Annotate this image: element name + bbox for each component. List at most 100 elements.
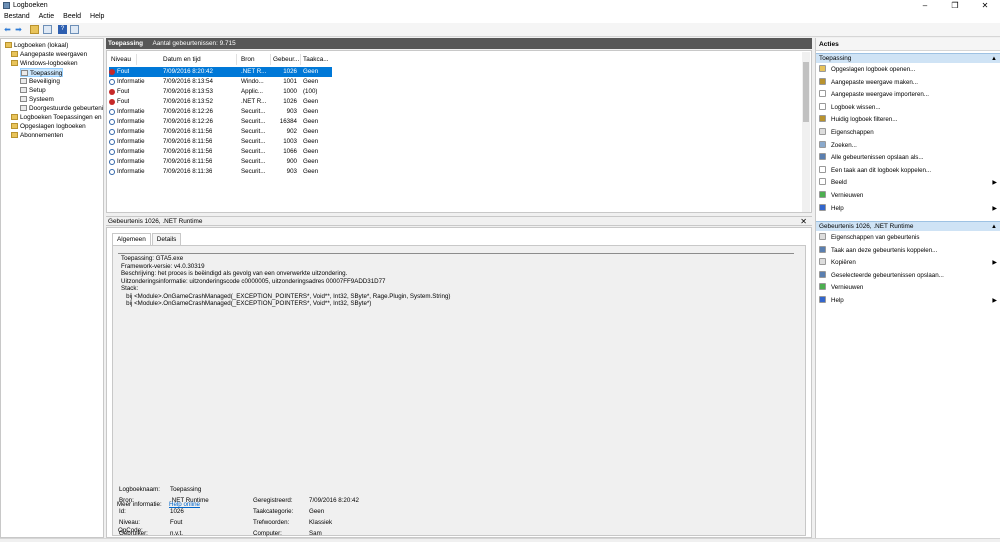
tree-item[interactable]: Systeem [20, 95, 54, 104]
action-item[interactable]: Opgeslagen logboek openen... [819, 65, 999, 75]
menu-actie[interactable]: Actie [35, 12, 58, 20]
action-item[interactable]: Een taak aan dit logboek koppelen... [819, 165, 999, 176]
folder-up-icon[interactable] [30, 25, 39, 34]
event-list[interactable]: Niveau Datum en tijd Bron Gebeur... Taak… [106, 50, 812, 213]
computer-value: Sam [309, 530, 322, 537]
table-row[interactable]: Informatie 7/09/2016 8:11:36 Securit... 903… [109, 167, 332, 177]
tree-item[interactable]: Logboeken Toepassingen en services [11, 113, 103, 122]
forward-arrow-icon[interactable]: ➡ [14, 25, 23, 34]
action-item[interactable]: Aangepaste weergave maken... [819, 77, 999, 88]
column-divider[interactable] [270, 54, 271, 65]
task-category-label: Taakcategorie: [253, 508, 294, 515]
tree-item[interactable]: Abonnementen [11, 131, 63, 140]
task-cell: Geen [303, 118, 319, 125]
log-icon [20, 105, 27, 111]
column-header-source[interactable]: Bron [241, 56, 255, 63]
maximize-button[interactable]: ❐ [940, 0, 970, 12]
table-row[interactable]: Informatie 7/09/2016 8:11:56 Securit... 900… [109, 157, 332, 167]
keywords-value: Klassiek [309, 519, 333, 526]
table-row[interactable]: Fout 7/09/2016 8:13:52 .NET R... 1026 Geen [109, 97, 332, 107]
action-item[interactable]: Eigenschappen [819, 128, 999, 138]
actions-section-event-label: Gebeurtenis 1026, .NET Runtime [819, 223, 914, 230]
tree-item[interactable]: Logboeken (lokaal) [5, 41, 68, 50]
tree-item[interactable]: Beveiliging [20, 77, 60, 86]
collapse-icon[interactable]: ▲ [991, 222, 997, 232]
close-button[interactable]: ✕ [970, 0, 1000, 12]
action-item[interactable]: Help ▶ [819, 203, 999, 214]
table-row[interactable]: Fout 7/09/2016 8:13:53 Applic... 1000 (100) [109, 87, 332, 97]
action-label: Alle gebeurtenissen opslaan als... [831, 154, 924, 162]
event-id-cell: 1066 [283, 148, 297, 155]
action-item[interactable]: Vernieuwen [819, 191, 999, 201]
action-item[interactable]: Alle gebeurtenissen opslaan als... [819, 153, 999, 163]
action-item[interactable]: Zoeken... [819, 140, 999, 151]
column-header-date[interactable]: Datum en tijd [163, 56, 201, 63]
table-row[interactable]: Informatie 7/09/2016 8:11:56 Securit... 106… [109, 147, 332, 157]
error-icon [109, 89, 115, 95]
action-item[interactable]: Beeld ▶ [819, 178, 999, 188]
table-row[interactable]: Informatie 7/09/2016 8:13:54 Windo... 1001 G… [109, 77, 332, 87]
event-id-value: 1026 [170, 508, 184, 515]
column-divider[interactable] [136, 54, 137, 65]
table-row[interactable]: Fout 7/09/2016 8:20:42 .NET R... 1026 Geen [109, 67, 332, 77]
column-header-event-id[interactable]: Gebeur... [273, 56, 299, 63]
tree-item[interactable]: Opgeslagen logboeken [11, 122, 86, 131]
event-list-scrollbar[interactable] [802, 52, 810, 212]
console-tree-icon[interactable] [43, 25, 52, 34]
table-row[interactable]: Informatie 7/09/2016 8:11:56 Securit... 100… [109, 137, 332, 147]
action-label: Help [831, 204, 844, 212]
app-icon [3, 2, 10, 9]
action-item[interactable]: Help ▶ [819, 296, 999, 306]
action-label: Help [831, 297, 844, 304]
action-item[interactable]: Eigenschappen van gebeurtenis [819, 233, 999, 243]
help-online-link[interactable]: Help online [169, 501, 200, 508]
action-item[interactable]: Vernieuwen [819, 283, 999, 293]
opcode-label: OpCode: [118, 527, 143, 534]
action-pane-icon[interactable] [70, 25, 79, 34]
date-cell: 7/09/2016 8:11:56 [163, 148, 213, 155]
action-item[interactable]: Kopiëren ▶ [819, 258, 999, 268]
menu-help[interactable]: Help [86, 12, 107, 20]
column-header-level[interactable]: Niveau [111, 56, 131, 63]
task-cell: (100) [303, 88, 318, 95]
log-header: Toepassing Aantal gebeurtenissen: 9.715 [106, 38, 812, 49]
actions-section-log[interactable]: Toepassing ▲ [816, 53, 1000, 63]
column-header-task[interactable]: Taakca... [303, 56, 329, 63]
event-id-cell: 1026 [283, 68, 297, 75]
tree-item[interactable]: Toepassing [20, 68, 64, 77]
tree-item[interactable]: Windows-logboeken [11, 59, 78, 68]
date-cell: 7/09/2016 8:13:52 [163, 98, 213, 105]
menu-bestand[interactable]: Bestand [0, 12, 33, 20]
table-row[interactable]: Informatie 7/09/2016 8:12:26 Securit... 903… [109, 107, 332, 117]
description-line: Toepassing: GTA5.exe [121, 255, 184, 262]
tree-item[interactable]: Aangepaste weergaven [11, 50, 87, 59]
collapse-icon[interactable]: ▲ [991, 54, 997, 64]
scrollbar-thumb[interactable] [803, 62, 809, 122]
minimize-button[interactable]: – [910, 0, 940, 12]
action-label: Geselecteerde gebeurtenissen opslaan... [831, 271, 944, 279]
action-item[interactable]: Logboek wissen... [819, 102, 999, 113]
actions-section-event[interactable]: Gebeurtenis 1026, .NET Runtime ▲ [816, 221, 1000, 231]
help-icon[interactable]: ? [58, 25, 67, 34]
action-item[interactable]: Geselecteerde gebeurtenissen opslaan... [819, 270, 999, 281]
actions-pane: Acties Toepassing ▲ Opgeslagen logboek o… [815, 38, 1000, 538]
action-item[interactable]: Taak aan deze gebeurtenis koppelen... [819, 245, 999, 256]
column-divider[interactable] [300, 54, 301, 65]
close-icon[interactable]: ✕ [800, 217, 807, 227]
tree-item[interactable]: Setup [20, 86, 46, 95]
table-row[interactable]: Informatie 7/09/2016 8:12:26 Securit... 163… [109, 117, 332, 127]
tree-item[interactable]: Doorgestuurde gebeurtenissen [20, 104, 103, 113]
tree-item-label: Abonnementen [20, 132, 64, 139]
table-row[interactable]: Informatie 7/09/2016 8:11:56 Securit... 902… [109, 127, 332, 137]
action-item[interactable]: Aangepaste weergave importeren... [819, 90, 999, 100]
action-icon [819, 102, 826, 110]
menu-bar: Bestand Actie Beeld Help [0, 12, 1000, 23]
tab-details[interactable]: Details [151, 233, 182, 245]
back-arrow-icon[interactable]: ⬅ [3, 25, 12, 34]
task-cell: Geen [303, 148, 319, 155]
column-divider[interactable] [236, 54, 237, 65]
menu-beeld[interactable]: Beeld [59, 12, 84, 20]
action-item[interactable]: Huidig logboek filteren... [819, 115, 999, 125]
event-description[interactable]: Toepassing: GTA5.exe Framework-versie: v4… [118, 253, 794, 473]
task-cell: Geen [303, 128, 319, 135]
